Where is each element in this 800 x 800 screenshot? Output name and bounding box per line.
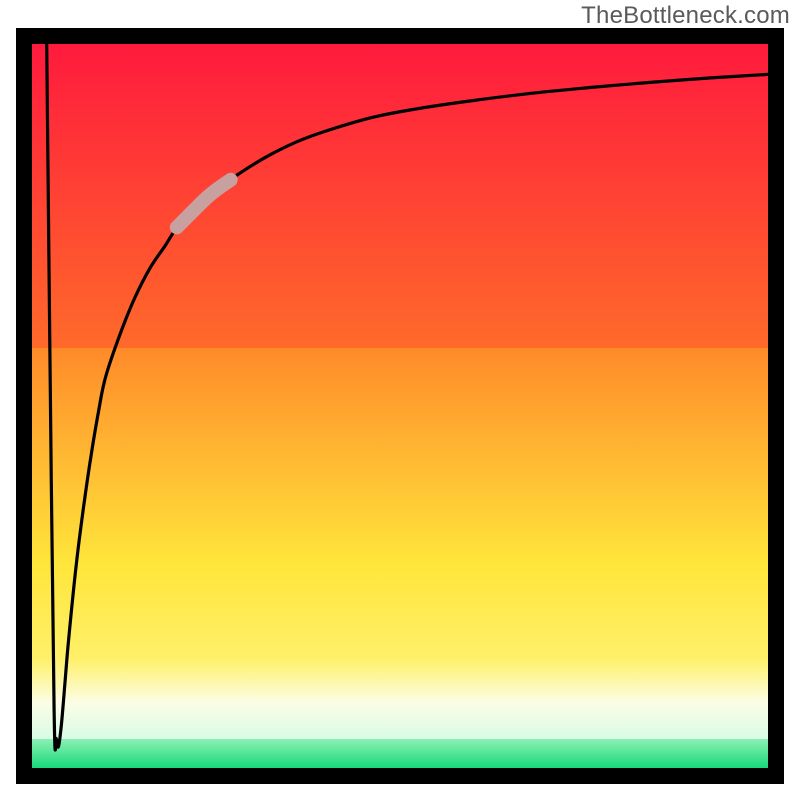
- watermark-text: TheBottleneck.com: [581, 2, 790, 30]
- curve-svg: [32, 44, 768, 768]
- highlight-segment: [177, 180, 231, 228]
- chart-container: TheBottleneck.com: [0, 0, 800, 800]
- bottleneck-curve: [47, 44, 768, 750]
- plot-frame: [16, 28, 784, 784]
- plot-area: [32, 44, 768, 768]
